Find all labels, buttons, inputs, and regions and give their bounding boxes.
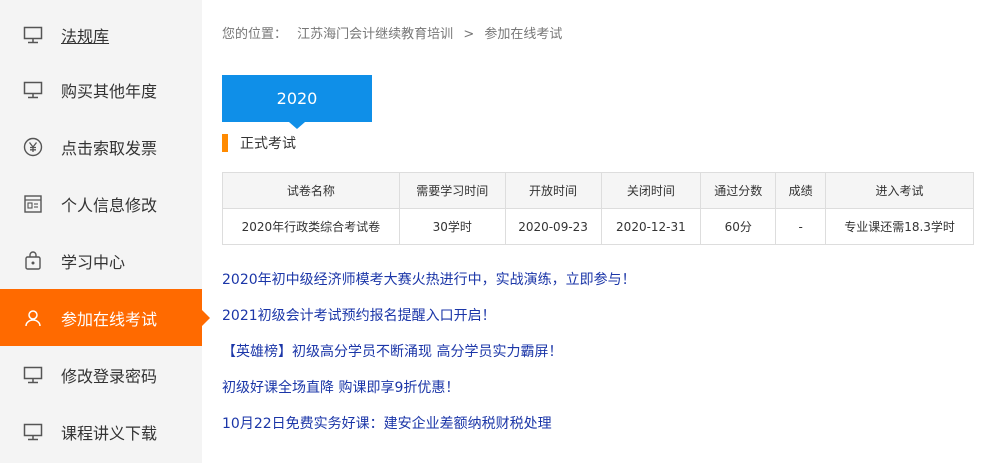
main-content: 您的位置： 江苏海门会计继续教育培训 > 参加在线考试 2020 正式考试 试卷… — [202, 0, 999, 463]
sidebar-item-online-exam[interactable]: 参加在线考试 — [0, 289, 202, 346]
sidebar-item-profile-edit[interactable]: 个人信息修改 — [0, 175, 202, 232]
table-cell-enter-exam[interactable]: 专业课还需18.3学时 — [825, 208, 974, 245]
bag-icon — [22, 250, 44, 272]
news-link[interactable]: 初级好课全场直降 购课即享9折优惠！ — [222, 376, 636, 412]
breadcrumb-prefix: 您的位置： — [222, 27, 288, 42]
table-header: 成绩 — [775, 172, 827, 209]
table-header: 通过分数 — [700, 172, 777, 209]
sidebar-item-label: 个人信息修改 — [61, 195, 158, 215]
sidebar-item-label: 点击索取发票 — [61, 138, 158, 158]
table-row: 2020年行政类综合考试卷 30学时 2020-09-23 2020-12-31… — [222, 208, 974, 245]
sidebar-item-regulations[interactable]: 法规库 — [0, 6, 202, 63]
table-cell-close-date: 2020-12-31 — [600, 208, 702, 245]
monitor-icon — [22, 364, 44, 386]
news-link[interactable]: 2021初级会计考试预约报名提醒入口开启！ — [222, 304, 636, 340]
breadcrumb-current: 参加在线考试 — [484, 27, 563, 42]
sidebar-item-course-download[interactable]: 课程讲义下载 — [0, 403, 202, 460]
monitor-icon — [22, 24, 44, 46]
page: 法规库 购买其他年度 点击索取发票 个人信息修改 学习中心 参加在线考试 修改登… — [0, 0, 999, 463]
breadcrumb-site-link[interactable]: 江苏海门会计继续教育培训 — [297, 27, 453, 42]
news-link[interactable]: 2020年初中级经济师模考大赛火热进行中，实战演练，立即参与！ — [222, 268, 636, 304]
table-header: 进入考试 — [825, 172, 974, 209]
sidebar-item-label: 法规库 — [61, 26, 110, 46]
user-icon — [22, 307, 44, 329]
sidebar-item-study-center[interactable]: 学习中心 — [0, 232, 202, 289]
sidebar-item-label: 参加在线考试 — [61, 309, 158, 329]
table-cell-pass-score: 60分 — [700, 208, 777, 245]
news-link[interactable]: 【英雄榜】初级高分学员不断涌现 高分学员实力霸屏！ — [222, 340, 636, 376]
sidebar-item-label: 购买其他年度 — [61, 81, 158, 101]
news-list: 2020年初中级经济师模考大赛火热进行中，实战演练，立即参与！ 2021初级会计… — [222, 268, 636, 448]
monitor-icon — [22, 421, 44, 443]
table-cell-open-date: 2020-09-23 — [504, 208, 602, 245]
sidebar: 法规库 购买其他年度 点击索取发票 个人信息修改 学习中心 参加在线考试 修改登… — [0, 0, 202, 463]
breadcrumb: 您的位置： 江苏海门会计继续教育培训 > 参加在线考试 — [222, 23, 568, 42]
table-cell-exam-name: 2020年行政类综合考试卷 — [222, 208, 400, 245]
breadcrumb-separator: > — [463, 27, 475, 42]
table-header-row: 试卷名称 需要学习时间 开放时间 关闭时间 通过分数 成绩 进入考试 — [222, 172, 974, 209]
year-tab[interactable]: 2020 — [222, 75, 372, 129]
section-title-text: 正式考试 — [240, 136, 296, 152]
id-card-icon — [22, 193, 44, 215]
table-header: 试卷名称 — [222, 172, 400, 209]
table-cell-score: - — [775, 208, 827, 245]
section-marker — [222, 134, 228, 152]
yen-circle-icon — [22, 136, 44, 158]
sidebar-item-label: 课程讲义下载 — [61, 423, 158, 443]
sidebar-item-buy-other-years[interactable]: 购买其他年度 — [0, 61, 202, 118]
news-link[interactable]: 10月22日免费实务好课：建安企业差额纳税财税处理 — [222, 412, 636, 448]
table-cell-study-hours: 30学时 — [398, 208, 506, 245]
table-header: 关闭时间 — [600, 172, 702, 209]
sidebar-item-label: 学习中心 — [61, 252, 126, 272]
monitor-icon — [22, 79, 44, 101]
sidebar-item-change-password[interactable]: 修改登录密码 — [0, 346, 202, 403]
exam-table: 试卷名称 需要学习时间 开放时间 关闭时间 通过分数 成绩 进入考试 2020年… — [222, 172, 974, 245]
table-header: 开放时间 — [504, 172, 602, 209]
section-title: 正式考试 — [222, 134, 296, 152]
sidebar-item-invoice[interactable]: 点击索取发票 — [0, 118, 202, 175]
table-header: 需要学习时间 — [398, 172, 506, 209]
sidebar-item-label: 修改登录密码 — [61, 366, 158, 386]
